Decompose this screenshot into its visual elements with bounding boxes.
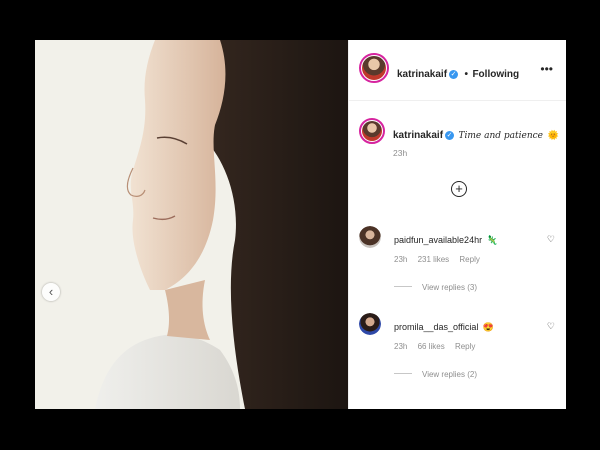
comment-emoji: 😍 (482, 322, 495, 332)
comment-username[interactable]: promila__das_official (394, 322, 478, 332)
reply-button[interactable]: Reply (455, 342, 475, 351)
header-user-line: katrinakaif ✓ • Following (397, 64, 519, 82)
comment-username[interactable]: paidfun_available24hr (394, 235, 482, 245)
plus-circle-icon[interactable]: + (451, 181, 467, 197)
comment-time: 23h (394, 255, 408, 264)
following-button[interactable]: Following (472, 69, 519, 80)
more-horizontal-icon[interactable]: ••• (540, 62, 553, 76)
verified-badge-icon: ✓ (449, 70, 459, 79)
view-replies-button[interactable]: View replies (3) (394, 283, 477, 292)
view-replies-label: View replies (2) (422, 370, 477, 379)
comment-likes[interactable]: 66 likes (418, 342, 445, 351)
comment-line: promila__das_official 😍 (394, 317, 494, 335)
caption: katrinakaif ✓ Time and patience 🌞 (393, 125, 559, 143)
comment-line: paidfun_available24hr 🦎 (394, 230, 498, 248)
post-header: katrinakaif ✓ • Following ••• (349, 40, 566, 101)
comment-avatar[interactable] (359, 226, 381, 248)
comment-meta: 23h 231 likes Reply (394, 255, 488, 264)
comment-likes[interactable]: 231 likes (418, 255, 450, 264)
comment-avatar[interactable] (359, 313, 381, 335)
previous-photo-button[interactable]: ‹ (42, 283, 60, 301)
caption-username[interactable]: katrinakaif (393, 130, 443, 141)
post-side-panel: katrinakaif ✓ • Following ••• katrinakaif… (348, 40, 566, 409)
view-replies-label: View replies (3) (422, 283, 477, 292)
like-heart-icon[interactable]: ♡ (547, 234, 555, 245)
comment-emoji: 🦎 (486, 235, 498, 245)
portrait-image (35, 40, 348, 409)
author-avatar[interactable] (359, 53, 389, 83)
caption-time: 23h (393, 148, 408, 158)
divider-line (394, 286, 412, 287)
view-replies-button[interactable]: View replies (2) (394, 370, 477, 379)
author-username[interactable]: katrinakaif (397, 69, 447, 80)
comment-meta: 23h 66 likes Reply (394, 342, 483, 351)
caption-text: Time and patience (458, 131, 543, 141)
caption-avatar[interactable] (359, 118, 385, 144)
post-photo[interactable]: ‹ (35, 40, 348, 409)
reply-button[interactable]: Reply (459, 255, 479, 264)
instagram-post-window: ‹ katrinakaif ✓ • Following ••• katrinaka… (35, 40, 566, 409)
comment-time: 23h (394, 342, 408, 351)
like-heart-icon[interactable]: ♡ (547, 321, 555, 332)
divider-line (394, 373, 412, 374)
verified-badge-icon: ✓ (445, 131, 455, 140)
sun-emoji: 🌞 (547, 130, 559, 140)
follow-separator: • (464, 69, 468, 80)
